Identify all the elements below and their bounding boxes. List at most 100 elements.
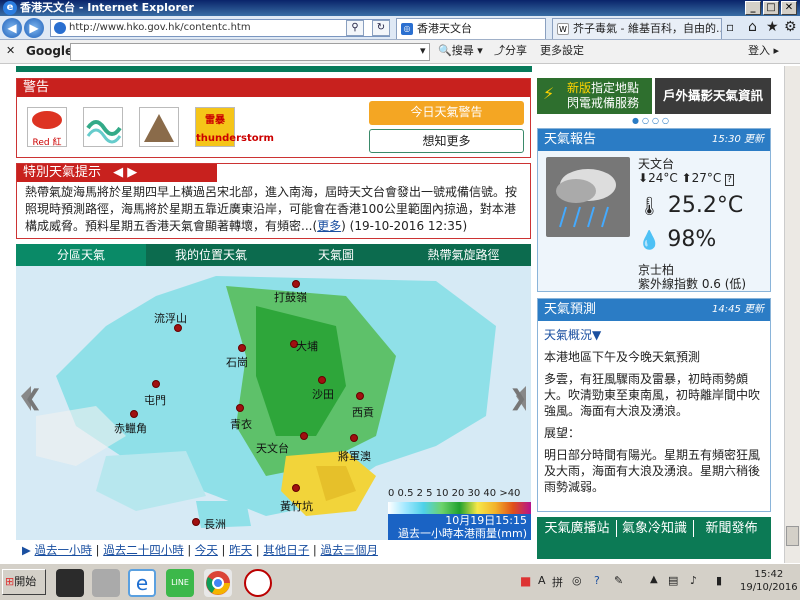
station-dot[interactable] — [300, 432, 308, 440]
station-dot[interactable] — [292, 280, 300, 288]
station-dot[interactable] — [292, 484, 300, 492]
login-button[interactable]: 登入 ▸ — [748, 40, 779, 62]
tab-trivia[interactable]: 氣象冷知識 — [616, 520, 692, 537]
address-input[interactable]: http://www.hko.gov.hk/contentc.htm — [50, 19, 390, 37]
lightning-banner[interactable]: ⚡ 新版指定地點閃電戒備服務 — [537, 78, 652, 114]
station-dot[interactable] — [130, 410, 138, 418]
map-prev-arrow[interactable]: ❮ — [24, 386, 42, 411]
temperature-value: 25.2°C — [667, 193, 744, 218]
link-today[interactable]: 今天 — [195, 543, 218, 557]
station-dot[interactable] — [356, 392, 364, 400]
landslip-icon[interactable] — [139, 107, 179, 147]
fire-danger-icon[interactable] — [83, 107, 123, 147]
help-tray-icon[interactable]: ? — [594, 574, 600, 587]
link-other-days[interactable]: 其他日子 — [263, 543, 309, 557]
tray-clock[interactable]: 15:42 19/10/2016 — [740, 568, 798, 594]
help-icon[interactable]: ? — [725, 174, 734, 186]
tab-my-location[interactable]: 我的位置天氣 — [146, 244, 276, 266]
maximize-button[interactable]: □ — [763, 1, 779, 15]
max-temp: 27°C — [691, 171, 722, 185]
thunderstorm-icon[interactable]: 雷暴 thunderstorm — [195, 107, 274, 147]
thermometer-icon: 🌡 — [638, 196, 661, 217]
dropdown-icon[interactable]: ▾ — [420, 40, 426, 62]
link-past-hour[interactable]: 過去一小時 — [35, 543, 93, 557]
bottom-tabs: 天氣廣播站 氣象冷知識 新聞發佈 — [537, 517, 771, 559]
report-title: 天氣報告 — [544, 132, 597, 147]
station-dot[interactable] — [192, 518, 200, 526]
carousel-dots[interactable]: ●○○○ — [632, 116, 672, 125]
rainfall-map[interactable]: ❮ ❯ 打鼓嶺 流浮山 大埔 石崗 沙田 屯門 西貢 赤鱲角 青衣 天文台 將軍… — [16, 266, 531, 540]
min-temp: 24°C — [648, 171, 678, 185]
link-past-24h[interactable]: 過去二十四小時 — [103, 543, 184, 557]
line-app-icon[interactable]: LINE — [166, 569, 194, 597]
humidity-value: 98% — [667, 227, 717, 252]
forward-icon[interactable]: ▶ — [24, 18, 44, 38]
humidity: 💧 98% — [638, 227, 716, 252]
legend-bar — [388, 502, 531, 514]
next-icon[interactable]: ▶ — [127, 165, 137, 180]
network-icon[interactable]: ▤ — [668, 574, 678, 587]
chinese-input-icon[interactable]: 拼 — [552, 574, 563, 590]
tray-expand-icon[interactable]: ▲ — [650, 574, 658, 585]
search-icon[interactable]: ⚲ — [346, 20, 364, 36]
tray-icon[interactable]: ■ — [520, 574, 531, 588]
close-button[interactable]: ✕ — [781, 1, 797, 15]
wave-icon — [86, 120, 122, 144]
gear-icon[interactable]: ⚙ — [784, 19, 797, 35]
thunder-cloud-icon — [556, 169, 616, 228]
refresh-icon[interactable]: ↻ — [372, 20, 390, 36]
station-label: 西貢 — [352, 406, 374, 419]
toolbar-close-icon[interactable]: ✕ — [6, 40, 15, 62]
more-info-button[interactable]: 想知更多 — [369, 129, 524, 153]
vertical-scrollbar[interactable] — [784, 66, 800, 563]
pen-icon[interactable]: ✎ — [614, 574, 623, 587]
back-icon[interactable]: ◀ — [2, 18, 22, 38]
station-label: 石崗 — [226, 356, 248, 369]
link-yesterday[interactable]: 昨天 — [229, 543, 252, 557]
map-next-arrow[interactable]: ❯ — [509, 386, 527, 411]
photo-banner[interactable]: 戶外攝影天氣資訊 — [655, 78, 771, 114]
tips-more-link[interactable]: 更多 — [317, 219, 341, 233]
start-button[interactable]: ⊞開始 — [2, 569, 46, 595]
station-dot[interactable] — [152, 380, 160, 388]
battery-icon[interactable]: ▮ — [716, 574, 722, 587]
google-search-input[interactable] — [70, 43, 430, 61]
tab-wikipedia[interactable]: W 芥子毒氣 - 維基百科，自由的... — [552, 18, 722, 39]
red-rainstorm-icon[interactable]: Red 紅 — [27, 107, 67, 148]
today-warning-button[interactable]: 今日天氣警告 — [369, 101, 524, 125]
taskbar: ⊞開始 e LINE ■ A 拼 ◎ ? ✎ ▲ ▤ ♪ ▮ 15:42 19/… — [0, 563, 800, 600]
ie-taskbar-icon[interactable]: e — [128, 569, 156, 597]
minimize-button[interactable]: _ — [745, 1, 761, 15]
tab-hko[interactable]: ◎ 香港天文台 — [396, 18, 546, 39]
home-icon[interactable]: ⌂ — [748, 19, 757, 35]
tab-district-weather[interactable]: 分區天氣 — [16, 244, 146, 266]
input-mode-icon[interactable]: ◎ — [572, 574, 582, 587]
link-past-3-months[interactable]: 過去三個月 — [320, 543, 378, 557]
google-search-button[interactable]: 🔍搜尋 ▾ — [438, 40, 483, 62]
tab-weather-map[interactable]: 天氣圖 — [276, 244, 396, 266]
station-dot[interactable] — [238, 344, 246, 352]
speaker-icon[interactable]: ♪ — [690, 574, 697, 587]
clock-app-icon[interactable] — [244, 569, 272, 597]
favorites-icon[interactable]: ★ — [766, 19, 779, 35]
tab-cyclone-track[interactable]: 熱帶氣旋路徑 — [396, 244, 531, 266]
tools-icon[interactable] — [92, 569, 120, 597]
station-dot[interactable] — [236, 404, 244, 412]
ie-icon: e — [3, 1, 17, 15]
binoculars-icon[interactable] — [56, 569, 84, 597]
settings-button[interactable]: 更多設定 — [540, 40, 584, 62]
font-icon[interactable]: A — [538, 574, 546, 587]
share-button[interactable]: ⤴分享 — [494, 40, 527, 62]
station-dot[interactable] — [318, 376, 326, 384]
station-dot[interactable] — [350, 434, 358, 442]
tab-broadcast[interactable]: 天氣廣播站 — [539, 520, 615, 537]
tab-news[interactable]: 新聞發佈 — [693, 520, 769, 537]
overview-link[interactable]: 天氣概況▼ — [544, 327, 764, 343]
chrome-icon[interactable] — [204, 569, 232, 597]
new-tab-icon[interactable]: ▫ — [726, 20, 734, 34]
forecast-section2: 展望： — [544, 426, 581, 440]
scroll-thumb[interactable] — [786, 526, 799, 546]
prev-icon[interactable]: ◀ — [113, 165, 123, 180]
window-title-bar: e 香港天文台 - Internet Explorer _ □ ✕ — [0, 0, 800, 16]
legend-caption-box: 10月19日15:15 過去一小時本港雨量(mm) — [388, 514, 531, 540]
